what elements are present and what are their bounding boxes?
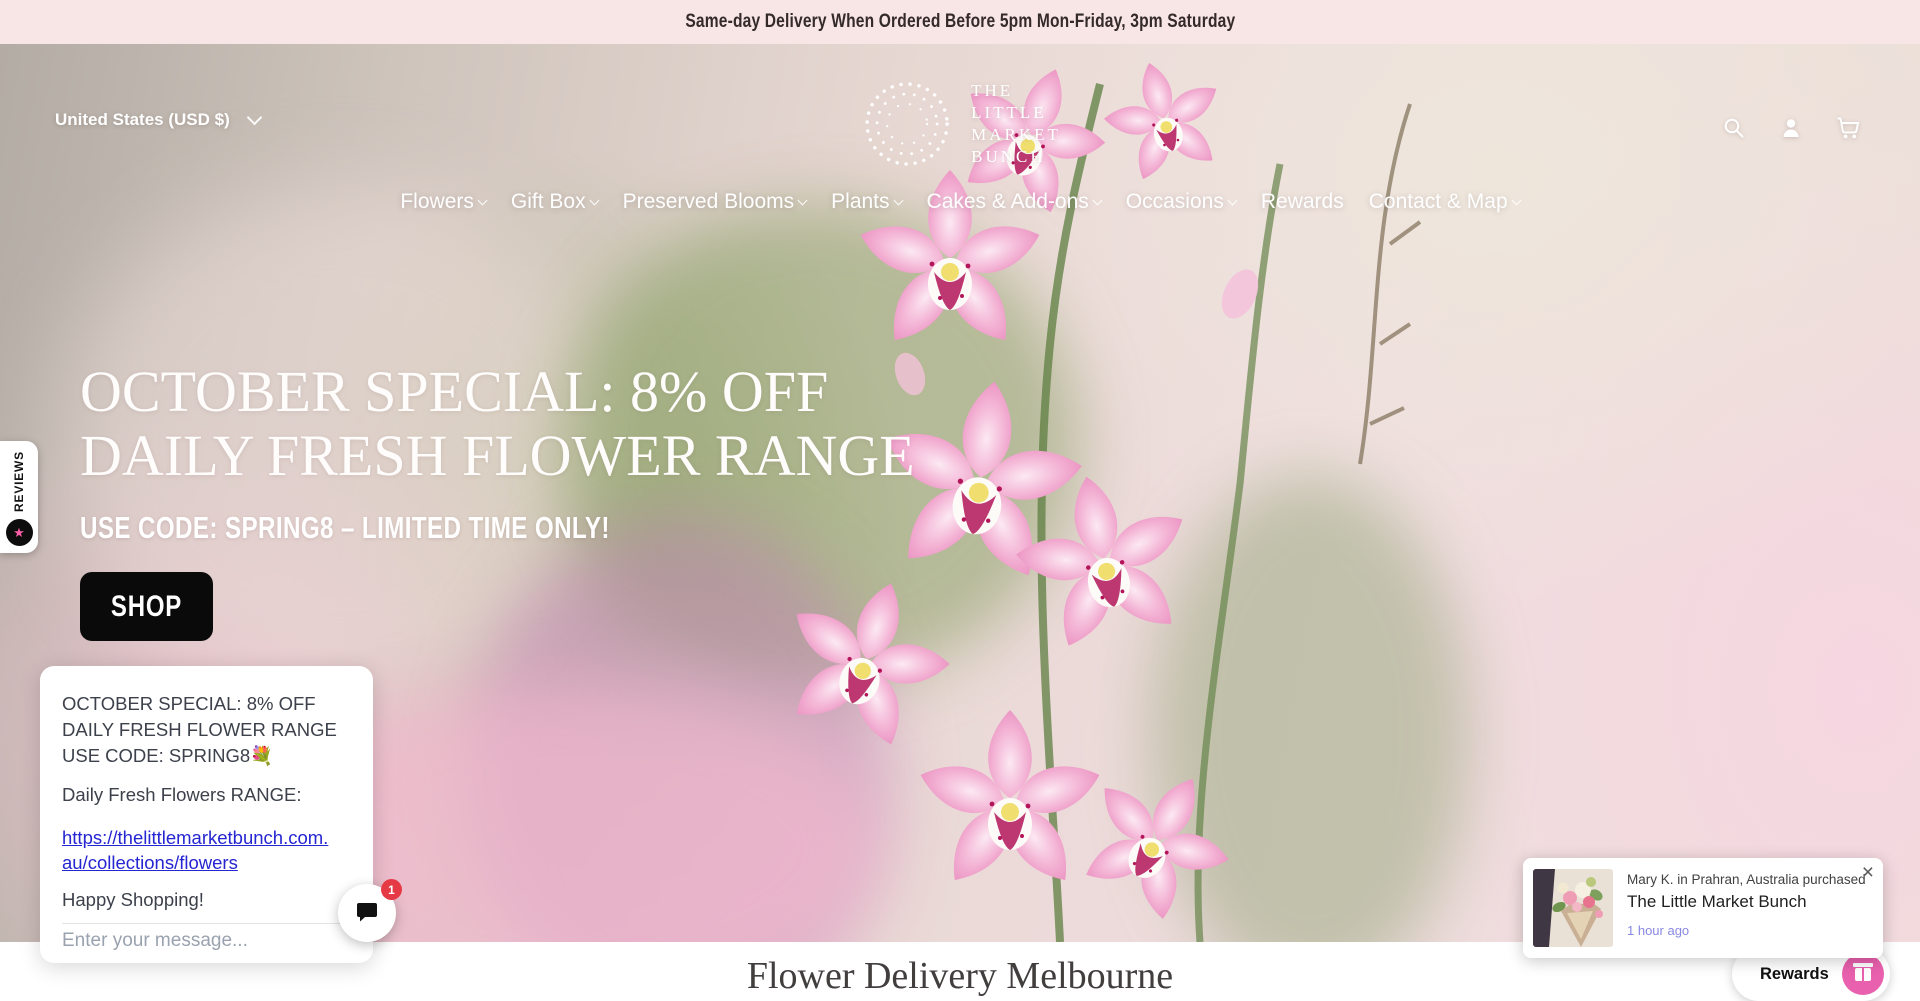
logo-dot-ring-icon — [859, 76, 955, 172]
section-heading: Flower Delivery Melbourne — [747, 954, 1173, 993]
search-icon[interactable] — [1722, 116, 1746, 140]
nav-item-preserved-blooms[interactable]: Preserved Blooms — [623, 190, 807, 214]
chat-bubble-icon — [355, 901, 379, 925]
product-thumbnail — [1533, 869, 1613, 947]
reviews-tab-label: REVIEWS — [12, 451, 26, 512]
nav-item-plants[interactable]: Plants — [831, 190, 901, 214]
header-actions — [1722, 116, 1860, 140]
store-logo[interactable]: THE LITTLE MARKET BUNCH — [859, 76, 1061, 172]
chevron-down-icon — [798, 196, 808, 206]
notification-time: 1 hour ago — [1627, 923, 1871, 938]
chat-unread-badge: 1 — [381, 879, 402, 900]
reviews-star-badge: ★ — [6, 519, 33, 546]
currency-label: United States (USD $) — [55, 110, 230, 130]
chat-launcher-button[interactable]: 1 — [338, 884, 396, 942]
currency-selector[interactable]: United States (USD $) — [55, 110, 260, 130]
nav-item-rewards[interactable]: Rewards — [1261, 190, 1344, 214]
chat-message-line: USE CODE: SPRING8💐 — [62, 743, 349, 769]
rewards-icon — [1842, 953, 1884, 995]
logo-wordmark: THE LITTLE MARKET BUNCH — [971, 80, 1061, 168]
chat-input-divider — [62, 923, 351, 924]
nav-item-contact-map[interactable]: Contact & Map — [1369, 190, 1520, 214]
chat-message-input[interactable] — [62, 930, 344, 952]
notification-message: Mary K. in Prahran, Australia purchased — [1627, 872, 1871, 887]
account-icon[interactable] — [1779, 116, 1803, 140]
purchase-notification-popup: Mary K. in Prahran, Australia purchased … — [1523, 858, 1883, 958]
chat-range-label: Daily Fresh Flowers RANGE: — [62, 782, 349, 808]
cart-icon[interactable] — [1836, 116, 1860, 140]
shop-button[interactable]: SHOP — [80, 572, 213, 641]
chat-flowers-link[interactable]: https://thelittlemarketbunch.com. au/col… — [62, 825, 349, 875]
announcement-text: Same-day Delivery When Ordered Before 5p… — [685, 11, 1235, 33]
chat-message-line: OCTOBER SPECIAL: 8% OFF — [62, 691, 349, 717]
nav-item-gift-box[interactable]: Gift Box — [511, 190, 598, 214]
chevron-down-icon — [589, 196, 599, 206]
nav-item-cakes-add-ons[interactable]: Cakes & Add-ons — [927, 190, 1101, 214]
hero-copy: OCTOBER SPECIAL: 8% OFF DAILY FRESH FLOW… — [80, 360, 1030, 641]
nav-item-occasions[interactable]: Occasions — [1126, 190, 1236, 214]
close-icon[interactable]: × — [1862, 860, 1874, 885]
hero-title: OCTOBER SPECIAL: 8% OFF DAILY FRESH FLOW… — [80, 360, 1030, 488]
hero-subtitle: USE CODE: SPRING8 – LIMITED TIME ONLY! — [80, 510, 821, 546]
notification-product-name: The Little Market Bunch — [1627, 892, 1871, 912]
star-icon: ★ — [13, 526, 25, 539]
chevron-down-icon — [477, 196, 487, 206]
reviews-side-tab[interactable]: REVIEWS ★ — [0, 441, 38, 553]
chevron-down-icon — [893, 196, 903, 206]
nav-item-flowers[interactable]: Flowers — [400, 190, 486, 214]
announcement-bar: Same-day Delivery When Ordered Before 5p… — [0, 0, 1920, 44]
chevron-down-icon — [1092, 196, 1102, 206]
notification-text: Mary K. in Prahran, Australia purchased … — [1627, 872, 1871, 938]
chevron-down-icon — [1227, 196, 1237, 206]
chat-widget-popup: OCTOBER SPECIAL: 8% OFF DAILY FRESH FLOW… — [40, 666, 373, 963]
main-navigation: Flowers Gift Box Preserved Blooms Plants… — [0, 190, 1920, 214]
chevron-down-icon — [1511, 196, 1521, 206]
rewards-label: Rewards — [1760, 965, 1829, 984]
chat-message-line: DAILY FRESH FLOWER RANGE — [62, 717, 349, 743]
chevron-down-icon — [246, 110, 262, 126]
chat-closing-line: Happy Shopping! — [62, 887, 349, 913]
